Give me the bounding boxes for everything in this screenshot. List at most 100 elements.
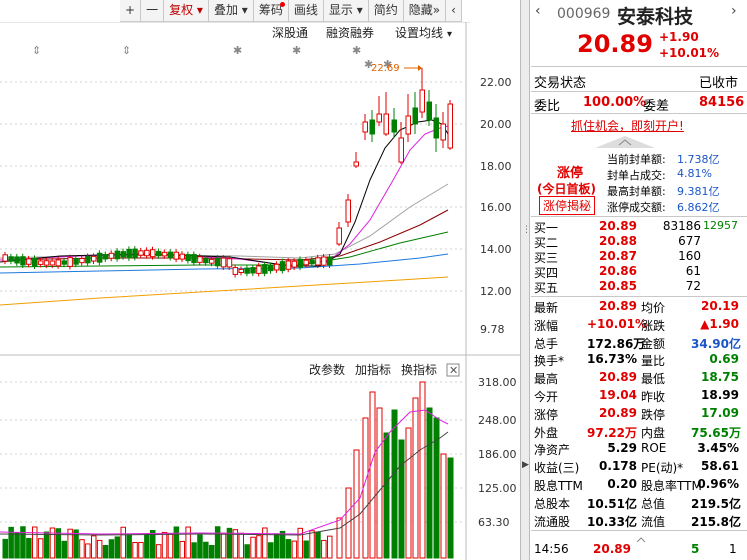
candlestick[interactable]	[405, 94, 411, 142]
candlestick[interactable]	[61, 257, 67, 268]
volume-bar[interactable]	[96, 539, 103, 559]
candlestick[interactable]	[362, 114, 368, 140]
zoom-out-button[interactable]: 一	[141, 0, 165, 22]
volume-bar[interactable]	[303, 540, 309, 559]
volume-bar[interactable]	[102, 545, 109, 559]
volume-bar[interactable]	[203, 541, 209, 559]
volume-bar[interactable]	[2, 538, 8, 559]
order-book-price[interactable]: 20.85	[599, 279, 637, 293]
ma-settings-link[interactable]: 设置均线	[395, 26, 443, 40]
candlestick[interactable]	[433, 104, 439, 152]
volume-bar[interactable]	[155, 544, 162, 559]
candlestick[interactable]	[161, 249, 168, 259]
event-marker[interactable]: ✱	[352, 44, 361, 57]
volume-bar[interactable]	[447, 457, 454, 559]
volume-bar[interactable]	[291, 540, 298, 559]
kline-chart[interactable]: 深股通 融资融券 设置均线 ▾ ⇕ ⇕ ✱ ✱ ✱ ✱ ✱ 22.69 22.0…	[0, 22, 520, 560]
event-marker[interactable]: ⇕	[32, 44, 41, 57]
volume-bar[interactable]	[37, 538, 44, 559]
volume-bar[interactable]	[79, 539, 85, 559]
draw-line-button[interactable]: 画线	[289, 0, 324, 22]
candlestick[interactable]	[383, 92, 389, 136]
event-marker[interactable]: ✱	[233, 44, 242, 57]
volume-bar[interactable]	[132, 542, 138, 559]
open-account-link[interactable]: 抓住机会，即刻开户!	[571, 117, 684, 134]
order-book-price[interactable]: 20.87	[599, 249, 637, 263]
volume-bar[interactable]	[250, 536, 256, 559]
volume-bar[interactable]	[185, 526, 191, 559]
candlestick[interactable]	[391, 108, 397, 138]
volume-bar[interactable]	[285, 539, 292, 559]
volume-bar[interactable]	[108, 539, 115, 559]
volume-bar[interactable]	[321, 539, 327, 559]
volume-bar[interactable]	[426, 407, 433, 559]
volume-bar[interactable]	[405, 427, 412, 559]
volume-bar[interactable]	[256, 535, 262, 559]
volume-bar[interactable]	[398, 439, 405, 559]
volume-bar[interactable]	[369, 391, 376, 559]
volume-bar[interactable]	[262, 527, 268, 559]
volume-bar[interactable]	[309, 530, 315, 559]
volume-bar[interactable]	[297, 527, 303, 559]
sgt-link[interactable]: 深股通	[272, 26, 308, 40]
volume-bar[interactable]	[327, 535, 333, 559]
volume-bar[interactable]	[26, 537, 32, 559]
chevron-right-icon[interactable]: ›	[731, 3, 737, 19]
candlestick[interactable]	[440, 112, 446, 148]
volume-bar[interactable]	[376, 407, 383, 559]
volume-bar[interactable]	[315, 531, 321, 559]
volume-bar[interactable]	[214, 526, 221, 559]
volume-bar[interactable]	[412, 397, 419, 559]
change-param-link[interactable]: 改参数	[309, 362, 345, 377]
candlestick[interactable]	[244, 265, 250, 277]
candlestick[interactable]	[14, 253, 20, 266]
candlestick[interactable]	[2, 251, 8, 265]
volume-bar[interactable]	[138, 542, 144, 559]
volume-bar[interactable]	[49, 527, 56, 559]
volume-bar[interactable]	[268, 542, 274, 559]
adjust-button[interactable]: 复权 ▾	[164, 0, 209, 22]
volume-bar[interactable]	[167, 533, 174, 559]
margin-link[interactable]: 融资融券	[326, 25, 374, 40]
volume-bar[interactable]	[419, 381, 426, 559]
candlestick[interactable]	[369, 110, 375, 142]
prev-button[interactable]: ‹	[446, 0, 462, 22]
volume-bar[interactable]	[273, 533, 280, 559]
candlestick[interactable]	[336, 222, 342, 246]
volume-bar[interactable]	[73, 529, 79, 559]
candlestick[interactable]	[138, 247, 144, 259]
order-book-price[interactable]: 20.88	[599, 234, 637, 248]
volume-bar[interactable]	[209, 544, 215, 559]
chips-button[interactable]: 筹码	[254, 0, 289, 22]
volume-bar[interactable]	[440, 453, 447, 559]
volume-bar[interactable]	[238, 532, 244, 559]
add-indicator-link[interactable]: 加指标	[355, 362, 391, 377]
order-book-price[interactable]: 20.89	[599, 219, 637, 233]
panel-divider[interactable]: ⋮ ▶	[520, 0, 531, 560]
candlestick[interactable]	[79, 255, 85, 266]
candlestick[interactable]	[114, 248, 121, 262]
candlestick[interactable]	[191, 251, 197, 266]
volume-bar[interactable]	[191, 542, 197, 559]
candlestick[interactable]	[173, 249, 180, 263]
candlestick[interactable]	[279, 258, 286, 274]
volume-bar[interactable]	[161, 531, 168, 559]
candlestick[interactable]	[155, 248, 162, 259]
candlestick[interactable]	[238, 266, 244, 276]
zoom-in-button[interactable]: +	[120, 0, 142, 22]
candlestick[interactable]	[20, 253, 26, 268]
candlestick[interactable]	[250, 264, 256, 276]
volume-bar[interactable]	[197, 534, 203, 559]
candlestick[interactable]	[73, 255, 79, 268]
volume-bar[interactable]	[279, 530, 286, 559]
volume-bar[interactable]	[126, 534, 132, 559]
candlestick[interactable]	[8, 253, 14, 265]
brief-button[interactable]: 简约	[369, 0, 404, 22]
candlestick[interactable]	[96, 250, 103, 266]
candlestick[interactable]	[167, 249, 174, 261]
candlestick[interactable]	[345, 194, 351, 227]
chevron-left-icon[interactable]: ‹	[535, 3, 541, 19]
candlestick[interactable]	[419, 68, 425, 118]
volume-bar[interactable]	[383, 432, 390, 559]
candlestick[interactable]	[376, 96, 382, 126]
